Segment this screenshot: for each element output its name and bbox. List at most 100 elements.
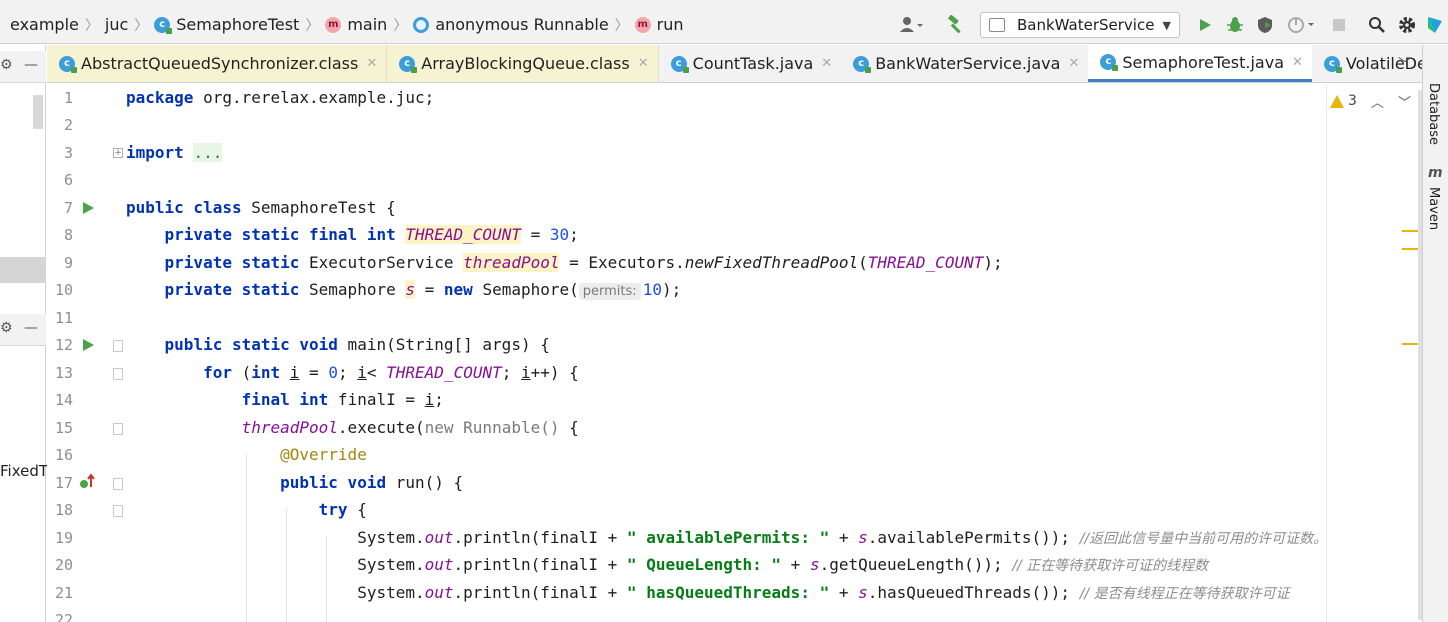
line-number: 16 xyxy=(54,446,73,464)
warning-icon xyxy=(1330,94,1344,108)
tab-label: CountTask.java xyxy=(692,54,814,73)
maven-tool-button[interactable]: Maven xyxy=(1426,187,1441,230)
tab-semaphoretest[interactable]: c SemaphoreTest.java ✕ xyxy=(1088,45,1312,82)
chevron-down-icon: ▼ xyxy=(1162,18,1171,32)
code-line-7: public class SemaphoreTest { xyxy=(126,198,396,217)
fold-collapse-icon[interactable] xyxy=(113,340,123,352)
bug-icon xyxy=(1227,17,1243,32)
play-icon xyxy=(1200,19,1211,31)
tab-abstractqueuedsynchronizer[interactable]: c AbstractQueuedSynchronizer.class ✕ xyxy=(47,45,388,82)
close-icon[interactable]: ✕ xyxy=(638,56,649,71)
class-icon: c xyxy=(853,55,872,73)
parameter-hint: permits: xyxy=(578,283,641,300)
user-account-button[interactable] xyxy=(892,10,932,40)
fold-collapse-icon[interactable] xyxy=(113,505,123,517)
tab-bankwaterservice[interactable]: c BankWaterService.java ✕ xyxy=(841,45,1088,82)
method-icon: m xyxy=(634,16,651,33)
hammer-icon xyxy=(947,15,961,34)
structure-item-partial[interactable]: FixedT xyxy=(0,462,48,480)
run-class-play-icon[interactable] xyxy=(83,202,94,214)
maven-icon: m xyxy=(1428,165,1443,181)
project-panel-scrollbar[interactable] xyxy=(33,95,43,129)
code-line-19: System.out.println(finalI + " availableP… xyxy=(357,528,1326,547)
database-tool-button[interactable]: Database xyxy=(1426,83,1441,145)
fold-collapse-icon[interactable] xyxy=(113,368,123,380)
close-icon[interactable]: ✕ xyxy=(1068,56,1079,71)
right-margin-guide xyxy=(1326,84,1327,622)
code-editor[interactable]: package org.rerelax.example.juc; import … xyxy=(126,84,1326,622)
line-number: 22 xyxy=(54,611,73,622)
fold-collapse-icon[interactable] xyxy=(113,423,123,435)
fold-expand-icon[interactable]: + xyxy=(113,148,123,158)
class-icon: c xyxy=(1323,55,1342,73)
breadcrumb-main[interactable]: m main xyxy=(323,6,389,44)
main-toolbar: BankWaterService ▼ xyxy=(892,6,1448,44)
settings-icon[interactable]: ⚙ xyxy=(0,320,13,336)
anonymous-class-icon xyxy=(413,16,430,33)
run-button[interactable] xyxy=(1190,10,1220,40)
breadcrumb-label: anonymous Runnable xyxy=(435,15,609,34)
minimize-icon[interactable]: — xyxy=(24,320,38,336)
class-icon: c xyxy=(1100,54,1119,71)
toolbox-logo-icon xyxy=(1428,17,1442,33)
run-main-play-icon[interactable] xyxy=(83,339,94,351)
inspections-widget[interactable]: 3 ︿ ﹀ xyxy=(1330,90,1411,112)
code-line-17: public void run() { xyxy=(280,473,464,492)
breadcrumb-separator: 〉 xyxy=(305,17,320,34)
breadcrumb-juc[interactable]: juc xyxy=(103,6,130,44)
breadcrumb-label: main xyxy=(347,15,388,34)
settings-icon[interactable]: ⚙ xyxy=(0,57,13,73)
line-number: 15 xyxy=(54,419,73,437)
breadcrumb-semaphoretest[interactable]: c SemaphoreTest xyxy=(152,6,301,44)
previous-highlight-chevron-up-icon[interactable]: ︿ xyxy=(1371,92,1384,111)
tab-counttask[interactable]: c CountTask.java ✕ xyxy=(659,45,842,82)
build-button[interactable] xyxy=(940,10,970,40)
editor-gutter[interactable]: 1 2 3 6 7 8 9 10 11 12 13 14 15 16 17 18… xyxy=(47,84,125,622)
settings-button[interactable] xyxy=(1392,10,1422,40)
code-line-14: final int finalI = i; xyxy=(241,390,444,409)
code-line-10: private static Semaphore s = new Semapho… xyxy=(164,280,682,300)
close-icon[interactable]: ✕ xyxy=(366,56,377,71)
minimize-icon[interactable]: — xyxy=(24,57,38,73)
line-number: 20 xyxy=(54,556,73,574)
tab-label: AbstractQueuedSynchronizer.class xyxy=(81,54,359,73)
project-tree-selected-item[interactable] xyxy=(0,257,46,283)
structure-panel-header: ⚙ — xyxy=(0,314,46,346)
breadcrumb-separator: 〉 xyxy=(393,17,408,34)
line-number: 21 xyxy=(54,584,73,602)
search-everywhere-button[interactable] xyxy=(1362,10,1392,40)
class-icon: c xyxy=(670,55,689,73)
breadcrumb-separator: 〉 xyxy=(84,17,99,34)
warning-count: 3 xyxy=(1348,93,1357,109)
run-configuration-label: BankWaterService xyxy=(1017,16,1155,34)
profile-button[interactable] xyxy=(1280,10,1324,40)
close-icon[interactable]: ✕ xyxy=(821,56,832,71)
line-number: 8 xyxy=(63,226,73,244)
show-hidden-tabs-chevron-down-icon[interactable]: ﹀ xyxy=(1398,54,1412,74)
folded-imports[interactable]: ... xyxy=(193,143,223,162)
run-with-coverage-button[interactable] xyxy=(1250,10,1280,40)
stop-button[interactable] xyxy=(1324,10,1354,40)
code-line-13: for (int i = 0; i< THREAD_COUNT; i++) { xyxy=(203,363,579,382)
debug-button[interactable] xyxy=(1220,10,1250,40)
editor-vertical-scrollbar[interactable] xyxy=(1418,90,1422,620)
close-icon[interactable]: ✕ xyxy=(1292,55,1303,70)
class-icon: c xyxy=(59,55,77,73)
line-number: 3 xyxy=(63,144,73,162)
breadcrumb-run[interactable]: m run xyxy=(633,6,686,44)
toolbox-button[interactable] xyxy=(1422,10,1448,40)
project-panel-header: ⚙ — xyxy=(0,51,46,83)
gear-icon xyxy=(1399,17,1415,33)
fold-collapse-icon[interactable] xyxy=(113,478,123,490)
class-icon: c xyxy=(399,55,418,73)
tab-arrayblockingqueue[interactable]: c ArrayBlockingQueue.class ✕ xyxy=(387,45,659,82)
project-tool-window: ⚙ — ⚙ — FixedT xyxy=(0,45,48,622)
code-line-9: private static ExecutorService threadPoo… xyxy=(164,253,1003,272)
implements-arrow-icon xyxy=(80,473,95,488)
override-method-icon[interactable] xyxy=(79,473,97,494)
breadcrumb-anonymous-runnable[interactable]: anonymous Runnable xyxy=(411,6,610,44)
line-number: 12 xyxy=(54,336,73,354)
breadcrumb-example[interactable]: example xyxy=(0,6,81,44)
code-line-1: package org.rerelax.example.juc; xyxy=(126,88,435,107)
run-configuration-select[interactable]: BankWaterService ▼ xyxy=(980,12,1180,38)
